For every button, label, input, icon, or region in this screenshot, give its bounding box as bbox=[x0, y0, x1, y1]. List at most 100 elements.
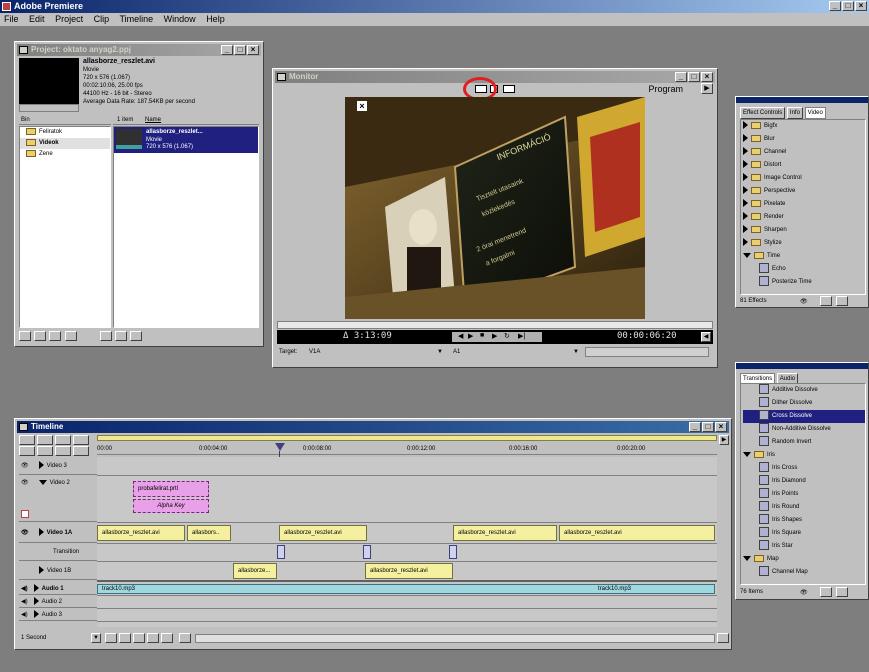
track-video3[interactable]: 👁 Video 3 bbox=[19, 457, 97, 475]
keyframe-toggle-icon[interactable] bbox=[21, 510, 29, 518]
time-zoom-dropdown-icon[interactable]: ▼ bbox=[91, 633, 101, 643]
video-clip[interactable]: allasborze_reszlet.avi bbox=[453, 525, 557, 541]
menu-edit[interactable]: Edit bbox=[29, 14, 45, 24]
video-clip[interactable]: allasborze_reszlet.avi bbox=[97, 525, 185, 541]
step-forward-icon[interactable]: ▶ bbox=[468, 332, 473, 340]
expand-icon[interactable] bbox=[743, 160, 748, 169]
track-audio2[interactable]: ◀) Audio 2 bbox=[19, 596, 97, 608]
video-clip[interactable]: allasborze_reszlet.avi bbox=[559, 525, 715, 541]
timeline-menu-arrow[interactable]: ▶ bbox=[719, 435, 729, 445]
range-select-tool-icon[interactable] bbox=[37, 435, 53, 445]
video-clip[interactable]: allasborze_reszlet.avi bbox=[279, 525, 367, 541]
snap-button[interactable] bbox=[119, 633, 131, 643]
tab-info[interactable]: Info bbox=[786, 107, 803, 119]
speaker-icon[interactable]: ◀) bbox=[21, 586, 28, 592]
transitions-item[interactable]: Iris bbox=[743, 449, 865, 462]
effects-item[interactable]: Channel bbox=[743, 146, 865, 159]
expand-icon[interactable] bbox=[743, 134, 748, 143]
project-close-button[interactable]: × bbox=[247, 45, 259, 55]
target-video-select[interactable]: V1A bbox=[309, 346, 320, 358]
target-audio-select[interactable]: A1 bbox=[453, 346, 460, 358]
step-back-icon[interactable]: ◀ bbox=[458, 332, 463, 340]
eye-icon[interactable]: 👁 bbox=[21, 530, 29, 536]
edit-tools[interactable] bbox=[585, 347, 709, 357]
stop-icon[interactable]: ■ bbox=[480, 332, 484, 339]
bin-item-zene[interactable]: Zene bbox=[20, 149, 110, 160]
title-clip[interactable]: probafelirat.prtl bbox=[133, 481, 209, 497]
timeline-close-button[interactable]: × bbox=[715, 422, 727, 432]
bin-item-videok[interactable]: Videok bbox=[20, 138, 110, 149]
menu-file[interactable]: File bbox=[4, 14, 19, 24]
transitions-item[interactable]: Non-Additive Dissolve bbox=[743, 423, 865, 436]
effects-item[interactable]: Bigfx bbox=[743, 120, 865, 133]
collapse-icon[interactable] bbox=[743, 252, 751, 258]
program-menu-arrow[interactable]: ▶ bbox=[701, 83, 713, 94]
close-button[interactable]: × bbox=[855, 1, 867, 11]
scrub-bar[interactable] bbox=[277, 321, 713, 329]
transitions-find-icon[interactable]: 👁 bbox=[800, 587, 808, 599]
time-ruler[interactable]: 00:00 0:00:04:00 0:00:08:00 0:00:12:00 0… bbox=[97, 443, 717, 455]
effects-item[interactable]: Blur bbox=[743, 133, 865, 146]
effects-item[interactable]: Posterize Time bbox=[743, 276, 865, 289]
effects-palette-grip[interactable] bbox=[736, 97, 868, 103]
transitions-item[interactable]: Cross Dissolve bbox=[743, 410, 865, 423]
track-video1b[interactable]: Video 1B bbox=[19, 562, 97, 580]
transition-marker[interactable] bbox=[277, 545, 285, 559]
zoom-tool-icon[interactable] bbox=[37, 446, 53, 456]
effects-item[interactable]: Stylize bbox=[743, 237, 865, 250]
track-audio3[interactable]: ◀) Audio 3 bbox=[19, 609, 97, 621]
video-clip[interactable]: allasborze_reszlet.avi bbox=[365, 563, 453, 579]
view-list-button[interactable] bbox=[130, 331, 143, 341]
view-icon-button[interactable] bbox=[99, 331, 112, 341]
tab-effect-controls[interactable]: Effect Controls bbox=[740, 107, 786, 119]
trim-view-icon[interactable] bbox=[503, 85, 515, 93]
transitions-delete-button[interactable] bbox=[836, 587, 848, 597]
video-clip[interactable]: allasbors.. bbox=[187, 525, 231, 541]
frame-back-button[interactable]: ◀ bbox=[701, 332, 711, 342]
transitions-new-folder-button[interactable] bbox=[820, 587, 832, 597]
speaker-icon[interactable]: ◀) bbox=[21, 612, 28, 618]
track-select-tool-icon[interactable] bbox=[55, 435, 71, 445]
transitions-palette-grip[interactable] bbox=[736, 363, 868, 369]
transitions-item[interactable]: Map bbox=[743, 553, 865, 566]
minimize-button[interactable]: _ bbox=[829, 1, 841, 11]
expand-icon[interactable] bbox=[743, 186, 748, 195]
track-audio1[interactable]: ◀) Audio 1 bbox=[19, 583, 97, 595]
list-item[interactable]: allasborze_reszlet... Movie 720 x 576 (1… bbox=[114, 127, 258, 153]
selection-tool-icon[interactable] bbox=[19, 435, 35, 445]
target-audio-dropdown-icon[interactable]: ▼ bbox=[573, 346, 579, 358]
effects-item[interactable]: Image Control bbox=[743, 172, 865, 185]
menu-project[interactable]: Project bbox=[55, 14, 83, 24]
transition-marker[interactable] bbox=[449, 545, 457, 559]
maximize-button[interactable]: □ bbox=[842, 1, 854, 11]
new-item-button[interactable] bbox=[49, 331, 62, 341]
target-video-dropdown-icon[interactable]: ▼ bbox=[437, 346, 443, 358]
play-icon[interactable]: ▶ bbox=[492, 332, 497, 340]
toggle-edges-button[interactable] bbox=[161, 633, 173, 643]
eye-icon[interactable]: 👁 bbox=[21, 463, 29, 469]
track-options-button[interactable] bbox=[105, 633, 117, 643]
bin-item-feliratok[interactable]: Feliratok bbox=[20, 127, 110, 138]
effects-item[interactable]: Pixelate bbox=[743, 198, 865, 211]
expand-icon[interactable] bbox=[743, 173, 748, 182]
transitions-item[interactable]: Iris Shapes bbox=[743, 514, 865, 527]
transitions-item[interactable]: Iris Diamond bbox=[743, 475, 865, 488]
close-marker-icon[interactable]: × bbox=[357, 101, 367, 111]
monitor-maximize-button[interactable]: □ bbox=[688, 72, 700, 82]
transitions-item[interactable]: Iris Star bbox=[743, 540, 865, 553]
timeline-scrollbar[interactable] bbox=[195, 634, 715, 643]
expand-icon[interactable] bbox=[743, 238, 748, 247]
hand-tool-icon[interactable] bbox=[19, 446, 35, 456]
transitions-item[interactable]: Iris Cross bbox=[743, 462, 865, 475]
transitions-item[interactable]: Iris Round bbox=[743, 501, 865, 514]
collapse-icon[interactable] bbox=[743, 451, 751, 457]
menu-clip[interactable]: Clip bbox=[94, 14, 110, 24]
effects-new-folder-button[interactable] bbox=[820, 296, 832, 306]
monitor-close-button[interactable]: × bbox=[701, 72, 713, 82]
expand-icon[interactable] bbox=[743, 212, 748, 221]
view-thumb-button[interactable] bbox=[115, 331, 128, 341]
transitions-item[interactable]: Channel Map bbox=[743, 566, 865, 579]
find-button[interactable] bbox=[19, 331, 31, 341]
effects-delete-button[interactable] bbox=[836, 296, 848, 306]
transitions-item[interactable]: Iris Points bbox=[743, 488, 865, 501]
